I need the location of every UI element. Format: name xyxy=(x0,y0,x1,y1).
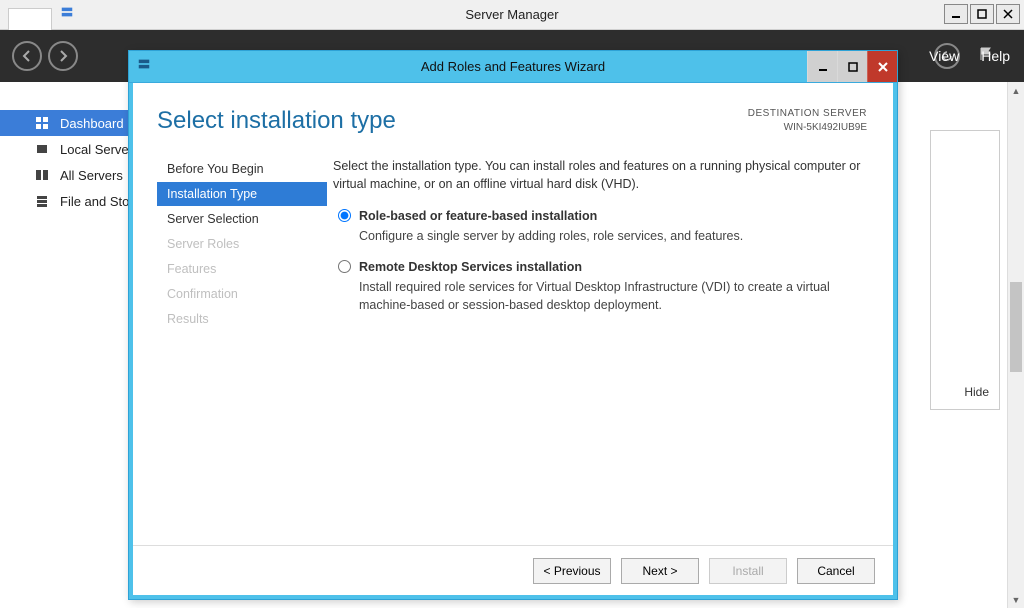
wizard-titlebar: Add Roles and Features Wizard xyxy=(129,51,897,83)
step-results: Results xyxy=(157,307,327,331)
right-panel: Hide xyxy=(930,130,1000,410)
step-installation-type[interactable]: Installation Type xyxy=(157,182,327,206)
storage-icon xyxy=(34,194,50,208)
hide-link[interactable]: Hide xyxy=(964,385,989,399)
maximize-button[interactable] xyxy=(970,4,994,24)
wizard-minimize-button[interactable] xyxy=(807,51,837,82)
vertical-scrollbar[interactable]: ▲ ▼ xyxy=(1007,82,1024,608)
step-features: Features xyxy=(157,257,327,281)
wizard-description: Select the installation type. You can in… xyxy=(333,157,867,193)
scrollbar-thumb[interactable] xyxy=(1010,282,1022,372)
option-desc: Configure a single server by adding role… xyxy=(359,227,743,245)
option-role-based[interactable]: Role-based or feature-based installation… xyxy=(333,207,867,245)
close-button[interactable] xyxy=(996,4,1020,24)
menu-view[interactable]: View xyxy=(929,48,959,64)
menu-help[interactable]: Help xyxy=(981,48,1010,64)
sidebar-item-label: Local Server xyxy=(60,142,133,157)
step-server-selection[interactable]: Server Selection xyxy=(157,207,327,231)
radio-remote-desktop[interactable] xyxy=(338,260,351,273)
wizard-footer: < Previous Next > Install Cancel xyxy=(133,545,893,595)
server-manager-titlebar: Server Manager xyxy=(0,0,1024,30)
option-label: Remote Desktop Services installation xyxy=(359,258,867,276)
scroll-down-icon[interactable]: ▼ xyxy=(1008,591,1024,608)
dashboard-icon xyxy=(34,116,50,130)
back-button[interactable] xyxy=(12,41,42,71)
destination-server: DESTINATION SERVER WIN-5KI492IUB9E xyxy=(748,107,867,135)
wizard-close-button[interactable] xyxy=(867,51,897,82)
minimize-button[interactable] xyxy=(944,4,968,24)
previous-button[interactable]: < Previous xyxy=(533,558,611,584)
add-roles-wizard: Add Roles and Features Wizard Select ins… xyxy=(128,50,898,600)
scroll-up-icon[interactable]: ▲ xyxy=(1008,82,1024,99)
wizard-content: Select the installation type. You can in… xyxy=(327,151,867,545)
forward-button[interactable] xyxy=(48,41,78,71)
option-remote-desktop[interactable]: Remote Desktop Services installation Ins… xyxy=(333,258,867,314)
servers-icon xyxy=(34,168,50,182)
option-desc: Install required role services for Virtu… xyxy=(359,278,867,314)
sidebar-item-label: Dashboard xyxy=(60,116,124,131)
step-before-you-begin[interactable]: Before You Begin xyxy=(157,157,327,181)
wizard-icon xyxy=(137,57,151,76)
option-label: Role-based or feature-based installation xyxy=(359,207,743,225)
server-manager-icon xyxy=(60,5,74,24)
window-title: Server Manager xyxy=(465,7,558,22)
server-icon xyxy=(34,142,50,156)
next-button[interactable]: Next > xyxy=(621,558,699,584)
radio-role-based[interactable] xyxy=(338,209,351,222)
step-server-roles: Server Roles xyxy=(157,232,327,256)
wizard-steps: Before You Begin Installation Type Serve… xyxy=(157,151,327,545)
cancel-button[interactable]: Cancel xyxy=(797,558,875,584)
destination-value: WIN-5KI492IUB9E xyxy=(748,121,867,135)
background-tabs xyxy=(8,0,52,30)
tab-stub[interactable] xyxy=(8,8,52,30)
step-confirmation: Confirmation xyxy=(157,282,327,306)
wizard-title: Add Roles and Features Wizard xyxy=(421,59,605,74)
destination-label: DESTINATION SERVER xyxy=(748,107,867,121)
wizard-maximize-button[interactable] xyxy=(837,51,867,82)
sidebar-item-label: All Servers xyxy=(60,168,123,183)
wizard-heading: Select installation type xyxy=(157,107,396,135)
install-button: Install xyxy=(709,558,787,584)
